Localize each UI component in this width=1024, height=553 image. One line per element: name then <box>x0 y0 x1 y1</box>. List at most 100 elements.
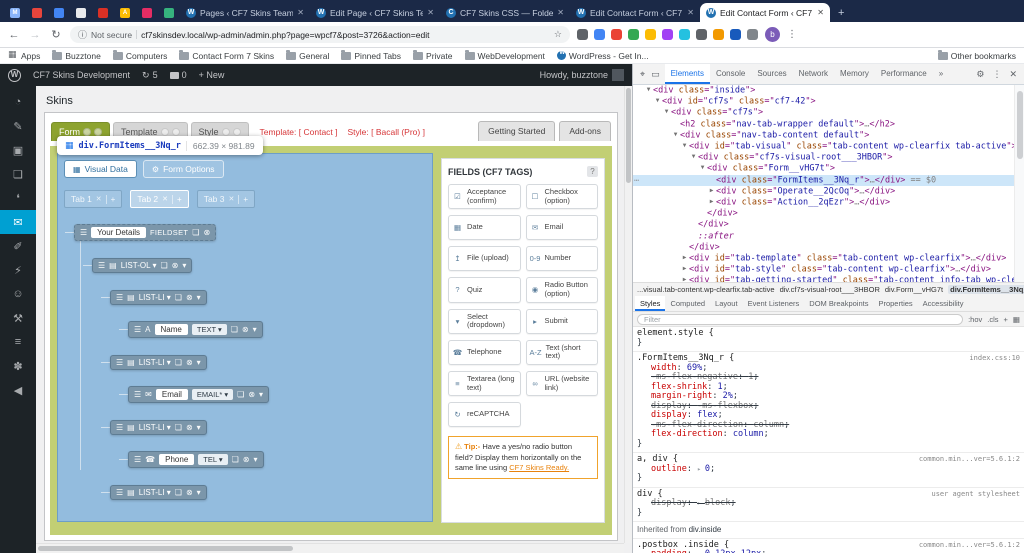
tree-node-list-li[interactable]: ☰▤LIST-LI ▾❏⊗▾ <box>110 420 207 435</box>
sidebar-menu-icon[interactable]: ◔ <box>0 90 36 114</box>
drag-handle-icon[interactable]: ☰ <box>98 261 105 270</box>
inherited-selector-link[interactable]: div.inside <box>689 525 722 534</box>
dom-node-line[interactable]: ▶<div class="Action__2qEzr">…</div> <box>633 197 1014 208</box>
list-type-label[interactable]: LIST-OL ▾ <box>121 261 157 270</box>
field-tag-button[interactable]: ? Quiz <box>448 277 521 302</box>
delete-icon[interactable]: ⊗ <box>186 423 193 432</box>
field-tag-button[interactable]: ☑ Acceptance (confirm) <box>448 184 521 209</box>
tab-help-icon[interactable] <box>94 128 102 136</box>
stylesheet-source-link[interactable]: common.min...ver=5.6.1:2 <box>913 455 1020 465</box>
tree-node-list-li[interactable]: ☰▤LIST-LI ▾❏⊗▾ <box>110 485 207 500</box>
extension-icon[interactable] <box>696 29 707 40</box>
sidebar-menu-icon[interactable]: ≡ <box>0 330 36 354</box>
browser-tab[interactable]: W Pages ‹ CF7 Skins Team — Wo... ✕ <box>180 3 310 22</box>
field-type-dropdown[interactable]: EMAIL* ▾ <box>192 389 233 400</box>
field-tag-button[interactable]: ∞ URL (website link) <box>526 371 599 396</box>
more-actions-icon[interactable]: … <box>634 175 639 185</box>
grid-overlay-icon[interactable]: ▦ <box>1013 315 1020 324</box>
field-tag-button[interactable]: ☎ Telephone <box>448 340 521 365</box>
expand-arrow-icon[interactable]: ▶ <box>680 264 689 274</box>
extension-icon[interactable] <box>747 29 758 40</box>
collapse-icon[interactable]: ▾ <box>259 390 263 399</box>
toggle-element-state-button[interactable]: :hov <box>968 315 982 324</box>
pinned-tab[interactable] <box>158 3 180 22</box>
tab-info-icon[interactable] <box>83 128 91 136</box>
delete-icon[interactable]: ⊗ <box>186 358 193 367</box>
dom-node-line[interactable]: ▶<div id="tab-style" class="tab-content … <box>633 264 1014 275</box>
field-name-box[interactable]: Phone <box>159 454 194 465</box>
bookmark-item[interactable]: Buzztone <box>52 51 100 61</box>
tab-info-icon[interactable] <box>222 128 230 136</box>
scrollbar-thumb[interactable] <box>38 546 293 551</box>
dom-node-line[interactable]: ▶<div class="Operate__2QcOq">…</div> <box>633 186 1014 197</box>
new-content-button[interactable]: + New <box>199 70 225 80</box>
duplicate-icon[interactable]: ❏ <box>160 261 167 270</box>
pinned-tab[interactable] <box>26 3 48 22</box>
page-horizontal-scrollbar[interactable] <box>36 543 624 553</box>
tab-close-icon[interactable]: ✕ <box>817 8 824 17</box>
sidebar-menu-icon[interactable]: ⚒ <box>0 306 36 330</box>
tab-help-icon[interactable] <box>172 128 180 136</box>
extension-icon[interactable] <box>645 29 656 40</box>
editor-action-tab[interactable]: Getting Started <box>478 121 555 141</box>
dom-breadcrumb[interactable]: div.Form__vHG7t <box>885 285 943 294</box>
css-property[interactable]: flex-direction: column; <box>637 430 1020 440</box>
duplicate-icon[interactable]: ❏ <box>175 423 182 432</box>
page-vertical-scrollbar[interactable] <box>624 86 632 543</box>
field-tag-button[interactable]: ↻ reCAPTCHA <box>448 402 521 427</box>
delete-icon[interactable]: ⊗ <box>203 228 210 237</box>
wordpress-logo-icon[interactable]: W <box>8 69 21 82</box>
pinned-tab[interactable]: M <box>4 3 26 22</box>
field-tag-button[interactable]: ☐ Checkbox (option) <box>526 184 599 209</box>
devtools-tab[interactable]: Memory <box>834 64 875 84</box>
devtools-tab[interactable]: » <box>933 64 949 84</box>
delete-icon[interactable]: ⊗ <box>186 488 193 497</box>
tab-close-icon[interactable]: ✕ <box>557 8 564 17</box>
list-type-label[interactable]: LIST-LI ▾ <box>139 423 171 432</box>
sidebar-menu-icon[interactable]: ⚡ <box>0 258 36 282</box>
dom-node-line[interactable]: ▼<div class="Form__vHG7t"> <box>633 163 1014 174</box>
tab-close-icon[interactable]: ✕ <box>427 8 434 17</box>
collapse-icon[interactable]: ▾ <box>253 455 257 464</box>
styles-pane-tab[interactable]: DOM Breakpoints <box>804 296 873 311</box>
styles-pane-tab[interactable]: Computed <box>665 296 710 311</box>
duplicate-icon[interactable]: ❏ <box>232 455 239 464</box>
list-type-label[interactable]: LIST-LI ▾ <box>139 358 171 367</box>
pinned-tab[interactable]: A <box>114 3 136 22</box>
dom-node-line[interactable]: … <div class="FormItems__3Nq_r">…</div> … <box>633 175 1014 186</box>
bookmark-item[interactable]: Contact Form 7 Skins <box>179 51 274 61</box>
field-name-box[interactable]: Email <box>156 389 188 400</box>
css-property[interactable]: display: ▸ block; <box>637 499 1020 509</box>
expand-arrow-icon[interactable]: ▼ <box>689 152 698 162</box>
tree-node-list-ol[interactable]: ☰▤LIST-OL ▾❏⊗▾ <box>92 258 192 273</box>
drag-handle-icon[interactable]: ☰ <box>134 455 141 464</box>
drag-handle-icon[interactable]: ☰ <box>116 488 123 497</box>
field-tag-button[interactable]: ✉ Email <box>526 215 599 240</box>
expand-arrow-icon[interactable]: ▶ <box>707 186 716 196</box>
devtools-settings-icon[interactable]: ⚙ <box>976 69 984 80</box>
fields-help-icon[interactable]: ? <box>587 166 598 177</box>
field-tag-button[interactable]: 0-9 Number <box>526 246 599 271</box>
dom-node-line[interactable]: </div> <box>633 242 1014 253</box>
dom-breadcrumb[interactable]: ...visual.tab-content.wp-clearfix.tab-ac… <box>637 285 775 294</box>
dom-breadcrumb[interactable]: div.cf7s-visual-root___3HBOR <box>780 285 880 294</box>
collapse-icon[interactable]: ▾ <box>197 423 201 432</box>
dom-breadcrumb[interactable]: div.FormItems__3Nq_r <box>948 285 1024 294</box>
styles-filter-input[interactable] <box>637 314 963 325</box>
devtools-close-icon[interactable]: ✕ <box>1009 69 1017 80</box>
fieldset-name-box[interactable]: Your Details <box>91 227 146 238</box>
styles-pane-tab[interactable]: Accessibility <box>918 296 969 311</box>
site-info-icon[interactable]: ⓘ <box>78 28 87 41</box>
extension-icon[interactable] <box>713 29 724 40</box>
pinned-tab[interactable] <box>92 3 114 22</box>
bookmark-star-icon[interactable]: ☆ <box>554 29 562 40</box>
element-classes-button[interactable]: .cls <box>987 315 998 324</box>
reload-button[interactable]: ↻ <box>49 28 63 41</box>
dom-node-line[interactable]: ▶<div id="tab-template" class="tab-conte… <box>633 253 1014 264</box>
extension-icon[interactable] <box>679 29 690 40</box>
tree-node-name[interactable]: ☰ANameTEXT ▾❏⊗▾ <box>128 321 263 338</box>
css-property[interactable]: outline: ▸ 0; <box>637 465 1020 475</box>
expand-shorthand-icon[interactable]: ▸ <box>697 499 705 507</box>
styles-pane-tab[interactable]: Styles <box>635 296 665 311</box>
browser-tab[interactable]: C CF7 Skins CSS — Folders &... ✕ <box>440 3 570 22</box>
